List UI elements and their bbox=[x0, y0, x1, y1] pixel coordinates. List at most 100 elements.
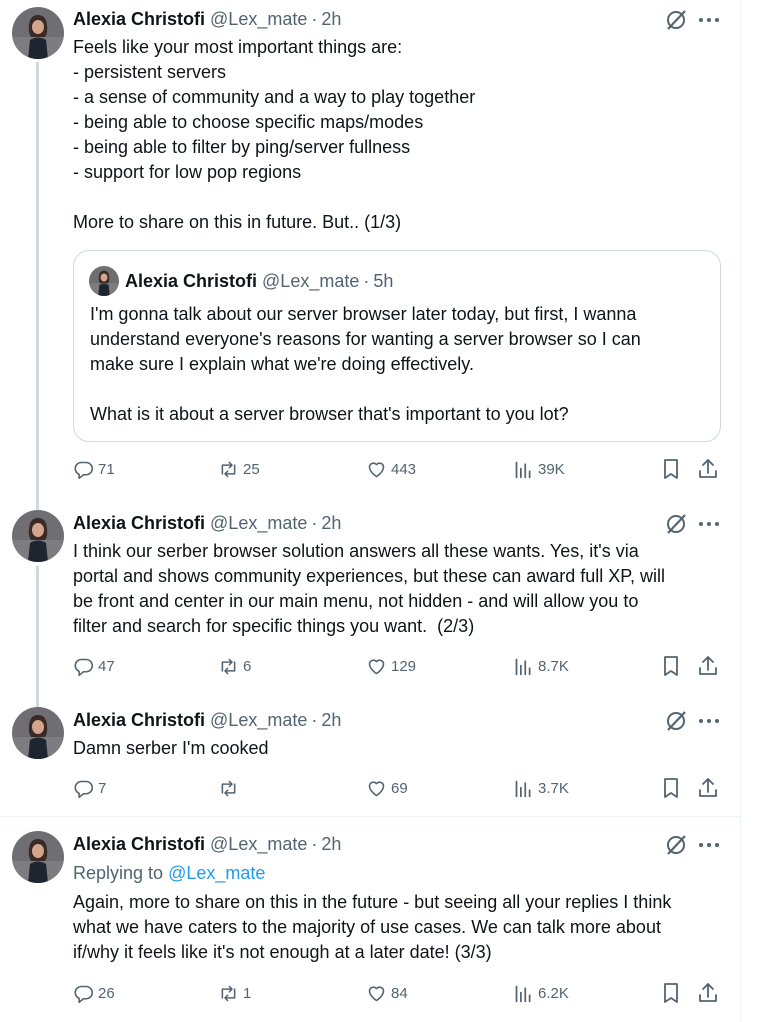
author-name[interactable]: Alexia Christofi bbox=[73, 8, 205, 30]
timestamp[interactable]: 2h bbox=[321, 709, 341, 731]
tweet-line: portal and shows community experiences, … bbox=[73, 566, 665, 586]
share-icon bbox=[699, 778, 717, 797]
share-button[interactable] bbox=[696, 981, 720, 1005]
more-icon[interactable] bbox=[696, 709, 722, 733]
heart-icon bbox=[368, 985, 385, 1001]
heart-icon bbox=[368, 461, 385, 477]
views-button[interactable]: 3.7K bbox=[513, 776, 569, 800]
like-count: 129 bbox=[391, 657, 417, 675]
separator-dot: · bbox=[311, 834, 318, 854]
view-count: 3.7K bbox=[538, 779, 569, 797]
repost-button[interactable]: 1 bbox=[218, 981, 251, 1005]
more-icon[interactable] bbox=[696, 512, 722, 536]
tweet-line: - a sense of community and a way to play… bbox=[73, 87, 476, 107]
like-button[interactable]: 84 bbox=[366, 981, 408, 1005]
bookmark-icon bbox=[664, 778, 678, 798]
author-handle[interactable]: @Lex_mate bbox=[210, 709, 307, 731]
author-name: Alexia Christofi bbox=[125, 270, 258, 291]
tweet-line bbox=[73, 185, 723, 210]
like-count: 443 bbox=[391, 460, 417, 478]
views-button[interactable]: 8.7K bbox=[513, 654, 569, 678]
timestamp[interactable]: 2h bbox=[321, 512, 341, 534]
tweet-4[interactable]: Alexia Christofi @Lex_mate · 2h Replying… bbox=[0, 817, 740, 1022]
tweet-line: what we have caters to the majority of u… bbox=[73, 917, 661, 937]
tweet-line: if/why it feels like it's not enough at … bbox=[73, 942, 492, 962]
tweet-line: - being able to filter by ping/server fu… bbox=[73, 137, 411, 157]
bookmark-button[interactable] bbox=[659, 981, 683, 1005]
tweet-1[interactable]: Alexia Christofi @Lex_mate · 2h Feels li… bbox=[0, 0, 740, 510]
tweet-line: More to share on this in future. But.. (… bbox=[73, 212, 402, 232]
tweet-header: Alexia Christofi @Lex_mate · 2h bbox=[73, 709, 341, 731]
grok-icon[interactable] bbox=[664, 8, 688, 32]
repost-button[interactable] bbox=[218, 776, 243, 800]
like-count: 69 bbox=[391, 779, 408, 797]
like-button[interactable]: 129 bbox=[366, 654, 416, 678]
view-count: 39K bbox=[538, 460, 565, 478]
timestamp[interactable]: 2h bbox=[321, 833, 341, 855]
timestamp: 5h bbox=[373, 270, 394, 291]
author-handle[interactable]: @Lex_mate bbox=[210, 833, 307, 855]
tweet-line: Feels like your most important things ar… bbox=[73, 37, 403, 57]
repost-count: 25 bbox=[243, 460, 260, 478]
heart-icon bbox=[368, 780, 385, 796]
bookmark-button[interactable] bbox=[659, 457, 683, 481]
tweet-line bbox=[90, 377, 710, 402]
share-button[interactable] bbox=[696, 457, 720, 481]
author-name[interactable]: Alexia Christofi bbox=[73, 709, 205, 731]
author-handle[interactable]: @Lex_mate bbox=[210, 512, 307, 534]
tweet-text: Damn serber I'm cooked bbox=[73, 736, 723, 761]
separator-dot: · bbox=[311, 710, 318, 730]
repost-icon bbox=[221, 985, 236, 1001]
tweet-line: I think our serber browser solution answ… bbox=[73, 541, 639, 561]
reply-icon bbox=[74, 985, 94, 1003]
tweet-line: I'm gonna talk about our server browser … bbox=[90, 304, 637, 324]
view-count: 8.7K bbox=[538, 657, 569, 675]
author-handle[interactable]: @Lex_mate bbox=[210, 8, 307, 30]
more-icon[interactable] bbox=[696, 833, 722, 857]
like-button[interactable]: 443 bbox=[366, 457, 416, 481]
grok-icon[interactable] bbox=[664, 833, 688, 857]
tweet-line: What is it about a server browser that's… bbox=[90, 404, 569, 424]
bookmark-icon bbox=[664, 983, 678, 1003]
action-bar: 7 69 3.7K bbox=[73, 776, 733, 800]
tweet-line: Again, more to share on this in the futu… bbox=[73, 892, 672, 912]
action-bar: 47 6 129 8.7K bbox=[73, 654, 733, 678]
repost-button[interactable]: 25 bbox=[218, 457, 260, 481]
avatar[interactable] bbox=[12, 510, 64, 562]
view-count: 6.2K bbox=[538, 984, 569, 1002]
avatar[interactable] bbox=[12, 831, 64, 883]
quoted-tweet-text: I'm gonna talk about our server browser … bbox=[90, 302, 710, 427]
avatar[interactable] bbox=[12, 707, 64, 759]
views-button[interactable]: 6.2K bbox=[513, 981, 569, 1005]
separator-dot: · bbox=[311, 513, 318, 533]
bookmark-button[interactable] bbox=[659, 654, 683, 678]
separator-dot: · bbox=[311, 9, 318, 29]
repost-button[interactable]: 6 bbox=[218, 654, 251, 678]
replying-to: Replying to @Lex_mate bbox=[73, 861, 265, 886]
author-name[interactable]: Alexia Christofi bbox=[73, 512, 205, 534]
author-name[interactable]: Alexia Christofi bbox=[73, 833, 205, 855]
views-button[interactable]: 39K bbox=[513, 457, 565, 481]
like-button[interactable]: 69 bbox=[366, 776, 408, 800]
share-button[interactable] bbox=[696, 654, 720, 678]
share-button[interactable] bbox=[696, 776, 720, 800]
tweet-2[interactable]: Alexia Christofi @Lex_mate · 2h I think … bbox=[0, 500, 740, 707]
replying-to-mention[interactable]: @Lex_mate bbox=[168, 863, 265, 883]
thread-line bbox=[36, 62, 39, 510]
bookmark-button[interactable] bbox=[659, 776, 683, 800]
reply-button[interactable]: 7 bbox=[73, 776, 106, 800]
timestamp[interactable]: 2h bbox=[321, 8, 341, 30]
views-icon bbox=[515, 461, 531, 478]
quoted-tweet[interactable]: Alexia Christofi @Lex_mate · 5h I'm gonn… bbox=[73, 250, 721, 442]
tweet-3[interactable]: Alexia Christofi @Lex_mate · 2h Damn ser… bbox=[0, 697, 740, 816]
grok-icon[interactable] bbox=[664, 709, 688, 733]
heart-icon bbox=[368, 658, 385, 674]
grok-icon[interactable] bbox=[664, 512, 688, 536]
avatar[interactable] bbox=[12, 7, 64, 59]
reply-button[interactable]: 26 bbox=[73, 981, 115, 1005]
reply-button[interactable]: 71 bbox=[73, 457, 115, 481]
reply-button[interactable]: 47 bbox=[73, 654, 115, 678]
more-icon[interactable] bbox=[696, 8, 722, 32]
tweet-text: Again, more to share on this in the futu… bbox=[73, 890, 723, 965]
tweet-line: understand everyone's reasons for wantin… bbox=[90, 329, 641, 349]
